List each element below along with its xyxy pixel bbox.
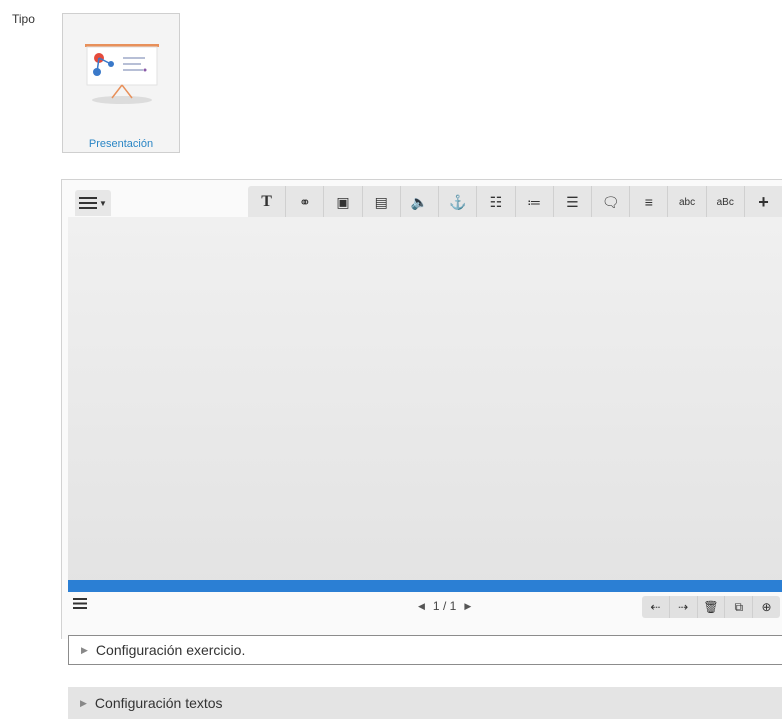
caret-right-icon: ▶ (81, 644, 88, 655)
next-slide-icon[interactable]: ▶ (464, 601, 471, 612)
slide-progress-bar (68, 580, 782, 592)
fill-blank-icon[interactable]: aBc (707, 186, 745, 218)
hamburger-menu-icon (79, 197, 98, 209)
type-card-presentacion[interactable]: Presentación (62, 13, 180, 153)
text-icon[interactable]: T (248, 186, 287, 218)
presentation-board-icon (85, 44, 159, 104)
chevron-down-icon: ▼ (99, 198, 107, 208)
add-icon[interactable]: + (745, 186, 782, 218)
pager-separator: / (442, 599, 447, 613)
list-icon[interactable]: ≡ (630, 186, 669, 218)
type-card-label: Presentación (88, 138, 154, 150)
duplicate-icon[interactable]: ⧉ (725, 596, 754, 618)
slide-menu-icon[interactable] (73, 598, 87, 609)
video-icon[interactable]: ▤ (363, 186, 401, 218)
section-configuracion-exercicio[interactable]: ▶ Configuración exercicio. (68, 635, 782, 665)
editor-toolbar: T ⚭ ▣ ▤ 🔈 ⚓ ☷ ≔ ☰ 🗨 ≡ abc aBc + (248, 186, 782, 218)
comment-icon[interactable]: 🗨 (592, 186, 631, 218)
section-label: Configuración exercicio. (95, 642, 246, 658)
text-field-icon[interactable]: abc (668, 186, 707, 218)
pager-current: 1 (432, 599, 440, 613)
anchor-icon[interactable]: ⚓ (439, 186, 478, 218)
insert-before-icon[interactable]: ⇠ (642, 596, 670, 618)
delete-icon[interactable]: 🗑 (698, 596, 726, 618)
slide-pager: ◀ 1 / 1 ▶ (418, 599, 471, 613)
image-icon[interactable]: ▣ (324, 186, 363, 218)
editor-menu-button[interactable]: ▼ (75, 190, 111, 216)
slide-navigation-bar: ◀ 1 / 1 ▶ ⇠ ⇢ 🗑 ⧉ ⊕ (68, 594, 782, 618)
sliders-icon[interactable]: ☷ (477, 186, 516, 218)
insert-after-icon[interactable]: ⇢ (670, 596, 698, 618)
caret-right-icon: ▶ (80, 697, 87, 708)
section-configuracion-textos[interactable]: ▶ Configuración textos (68, 687, 782, 719)
slide-tools: ⇠ ⇢ 🗑 ⧉ ⊕ (642, 596, 780, 618)
add-circle-icon[interactable]: ⊕ (753, 596, 780, 618)
audio-icon[interactable]: 🔈 (401, 186, 440, 218)
ordered-list-icon[interactable]: ≔ (516, 186, 554, 218)
pager-total: 1 (449, 599, 457, 613)
tipo-label: Tipo (12, 12, 35, 26)
slide-canvas[interactable] (68, 217, 782, 587)
section-label: Configuración textos (94, 695, 223, 711)
prev-slide-icon[interactable]: ◀ (418, 601, 425, 612)
link-icon[interactable]: ⚭ (286, 186, 325, 218)
bullet-list-icon[interactable]: ☰ (554, 186, 592, 218)
